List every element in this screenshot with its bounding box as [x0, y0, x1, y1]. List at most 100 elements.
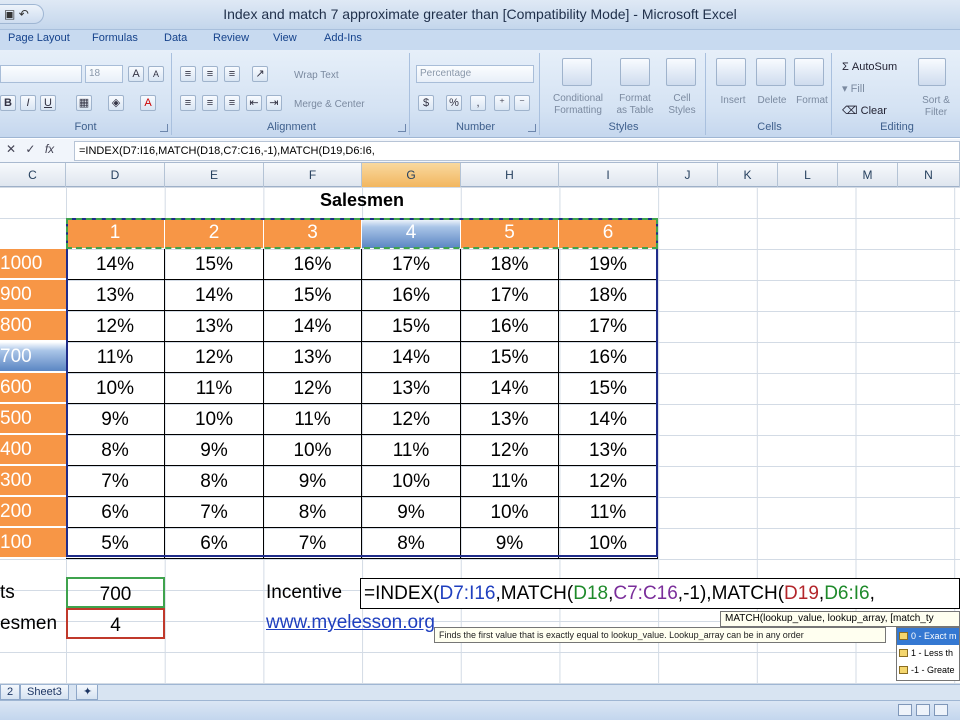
row-label-700[interactable]: 700 [0, 342, 66, 372]
formula-edit-cell[interactable]: =INDEX(D7:I16,MATCH(D18, C7:C16,-1),MATCH… [360, 578, 960, 609]
row-label-600[interactable]: 600 [0, 373, 66, 403]
salesman-header-5[interactable]: 5 [461, 218, 559, 248]
tab-review[interactable]: Review [213, 32, 249, 44]
fill-color-icon[interactable]: ◈ [108, 95, 124, 111]
number-format-box[interactable]: Percentage [416, 65, 534, 83]
incentive-cell[interactable]: 12% [165, 342, 264, 373]
incentive-cell[interactable]: 17% [362, 249, 461, 280]
salesman-header-2[interactable]: 2 [165, 218, 264, 248]
font-launcher-icon[interactable] [160, 124, 168, 132]
incentive-cell[interactable]: 16% [461, 311, 559, 342]
incentive-cell[interactable]: 11% [264, 404, 362, 435]
units-input-cell[interactable]: 700 [66, 577, 165, 608]
conditional-formatting-button[interactable]: Conditional Formatting [546, 93, 610, 117]
delete-cells-icon[interactable] [756, 58, 786, 86]
page-break-view-icon[interactable] [934, 704, 948, 716]
website-link[interactable]: www.myelesson.org [266, 612, 435, 634]
incentive-cell[interactable]: 16% [362, 280, 461, 311]
salesman-header-4[interactable]: 4 [362, 218, 461, 248]
sort-filter-button[interactable]: Sort & Filter [914, 95, 958, 119]
italic-icon[interactable]: I [20, 95, 36, 111]
incentive-cell[interactable]: 16% [264, 249, 362, 280]
grow-font-icon[interactable]: A [128, 66, 144, 82]
incentive-cell[interactable]: 13% [362, 373, 461, 404]
row-label-800[interactable]: 800 [0, 311, 66, 341]
incentive-cell[interactable]: 18% [559, 280, 658, 311]
row-label-500[interactable]: 500 [0, 404, 66, 434]
delete-button[interactable]: Delete [752, 95, 792, 107]
incentive-cell[interactable]: 8% [66, 435, 165, 466]
increase-indent-icon[interactable]: ⇥ [266, 95, 282, 111]
cell-styles-button[interactable]: Cell Styles [660, 93, 704, 117]
column-header-j[interactable]: J [658, 163, 718, 187]
incentive-cell[interactable]: 10% [66, 373, 165, 404]
align-left-icon[interactable]: ≡ [180, 95, 196, 111]
incentive-cell[interactable]: 6% [165, 528, 264, 559]
sort-filter-icon[interactable] [918, 58, 946, 86]
match-type-option-1[interactable]: 1 - Less th [897, 645, 959, 662]
formula-input[interactable]: =INDEX(D7:I16,MATCH(D18,C7:C16,-1),MATCH… [74, 141, 960, 161]
row-label-1000[interactable]: 1000 [0, 249, 66, 279]
align-top-icon[interactable]: ≡ [180, 66, 196, 82]
incentive-cell[interactable]: 8% [264, 497, 362, 528]
underline-icon[interactable]: U [40, 95, 56, 111]
tab-page-layout[interactable]: Page Layout [8, 32, 70, 44]
font-size-box[interactable]: 18 [85, 65, 123, 83]
incentive-cell[interactable]: 9% [66, 404, 165, 435]
incentive-cell[interactable]: 12% [559, 466, 658, 497]
incentive-cell[interactable]: 15% [461, 342, 559, 373]
incentive-cell[interactable]: 16% [559, 342, 658, 373]
bold-icon[interactable]: B [0, 95, 16, 111]
format-cells-icon[interactable] [794, 58, 824, 86]
incentive-cell[interactable]: 14% [165, 280, 264, 311]
fill-button[interactable]: ▾ Fill [842, 83, 865, 95]
incentive-cell[interactable]: 8% [165, 466, 264, 497]
column-header-d[interactable]: D [66, 163, 165, 187]
font-name-box[interactable] [0, 65, 82, 83]
incentive-cell[interactable]: 7% [66, 466, 165, 497]
incentive-cell[interactable]: 14% [461, 373, 559, 404]
incentive-cell[interactable]: 17% [461, 280, 559, 311]
incentive-cell[interactable]: 9% [461, 528, 559, 559]
insert-sheet-icon[interactable]: ✦ [76, 685, 98, 700]
incentive-cell[interactable]: 9% [165, 435, 264, 466]
column-header-l[interactable]: L [778, 163, 838, 187]
incentive-cell[interactable]: 6% [66, 497, 165, 528]
column-header-f[interactable]: F [264, 163, 362, 187]
column-header-g[interactable]: G [362, 163, 461, 187]
column-header-k[interactable]: K [718, 163, 778, 187]
tab-formulas[interactable]: Formulas [92, 32, 138, 44]
salesman-header-3[interactable]: 3 [264, 218, 362, 248]
tab-add-ins[interactable]: Add-Ins [324, 32, 362, 44]
borders-icon[interactable]: ▦ [76, 95, 92, 111]
incentive-cell[interactable]: 12% [461, 435, 559, 466]
incentive-cell[interactable]: 11% [461, 466, 559, 497]
incentive-cell[interactable]: 9% [264, 466, 362, 497]
incentive-cell[interactable]: 12% [66, 311, 165, 342]
row-label-100[interactable]: 100 [0, 528, 66, 558]
insert-function-icon[interactable]: fx [45, 142, 54, 156]
column-header-h[interactable]: H [461, 163, 559, 187]
number-launcher-icon[interactable] [528, 124, 536, 132]
incentive-cell[interactable]: 10% [461, 497, 559, 528]
insert-cells-icon[interactable] [716, 58, 746, 86]
salesman-header-1[interactable]: 1 [66, 218, 165, 248]
incentive-cell[interactable]: 13% [559, 435, 658, 466]
incentive-cell[interactable]: 14% [66, 249, 165, 280]
incentive-cell[interactable]: 10% [559, 528, 658, 559]
comma-icon[interactable]: , [470, 95, 486, 111]
tab-view[interactable]: View [273, 32, 297, 44]
row-label-900[interactable]: 900 [0, 280, 66, 310]
incentive-cell[interactable]: 11% [559, 497, 658, 528]
align-right-icon[interactable]: ≡ [224, 95, 240, 111]
match-type-dropdown[interactable]: 0 - Exact m 1 - Less th -1 - Greate [896, 627, 960, 681]
align-bottom-icon[interactable]: ≡ [224, 66, 240, 82]
incentive-cell[interactable]: 11% [165, 373, 264, 404]
font-color-icon[interactable]: A [140, 95, 156, 111]
page-layout-view-icon[interactable] [916, 704, 930, 716]
column-header-i[interactable]: I [559, 163, 658, 187]
row-label-300[interactable]: 300 [0, 466, 66, 496]
incentive-cell[interactable]: 17% [559, 311, 658, 342]
incentive-cell[interactable]: 13% [461, 404, 559, 435]
clear-button[interactable]: ⌫ Clear [842, 105, 887, 117]
